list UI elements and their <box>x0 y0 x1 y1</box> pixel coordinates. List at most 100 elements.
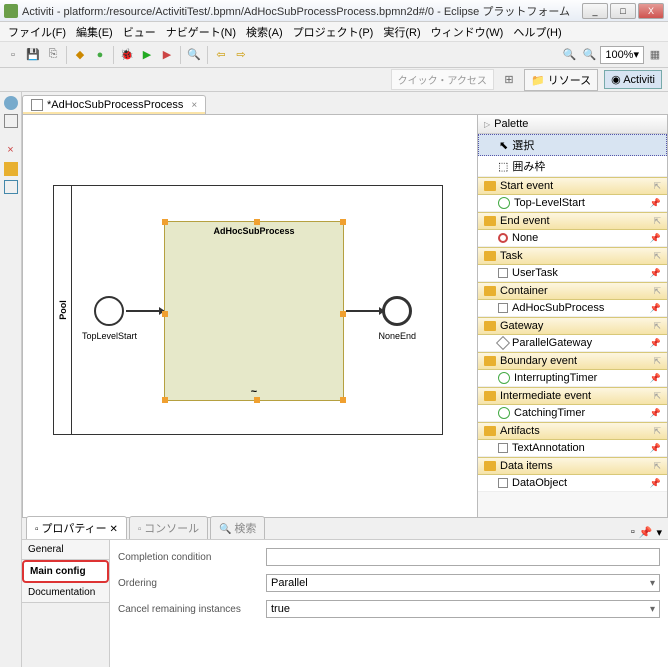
perspective-activiti[interactable]: ◉ Activiti <box>604 70 662 89</box>
open-perspective-icon[interactable]: ⊞ <box>500 71 518 89</box>
prop-tab-documentation[interactable]: Documentation <box>22 583 109 603</box>
menu-run[interactable]: 実行(R) <box>379 22 424 42</box>
menu-view[interactable]: ビュー <box>119 22 160 42</box>
nav-back-icon[interactable]: ⇦ <box>212 46 230 64</box>
ordering-combo[interactable]: Parallel <box>266 574 660 592</box>
perspective-resource[interactable]: 📁 リソース <box>524 69 598 91</box>
pool[interactable]: Pool TopLevelStart AdHocSubProcess ~ <box>53 185 443 435</box>
prop-tab-main-config[interactable]: Main config <box>22 560 109 583</box>
outline-icon[interactable] <box>4 96 18 110</box>
palette-item[interactable]: None📌 <box>478 230 667 247</box>
close-button[interactable]: X <box>638 3 664 19</box>
view-menu-icon[interactable]: ▫ <box>631 526 635 539</box>
editor-tab-label: *AdHocSubProcessProcess <box>47 99 183 111</box>
minimize-button[interactable]: _ <box>582 3 608 19</box>
minimize-view-icon[interactable]: ▾ <box>656 526 662 539</box>
menu-help[interactable]: ヘルプ(H) <box>509 22 565 42</box>
palette-cat-container[interactable]: Container⇱ <box>478 282 667 300</box>
palette-cat-end-event[interactable]: End event⇱ <box>478 212 667 230</box>
quick-access[interactable]: クイック・アクセス <box>391 69 494 90</box>
bpmn-file-icon <box>31 99 43 111</box>
view-icon[interactable]: × <box>4 144 18 158</box>
debug-icon[interactable]: 🐞 <box>118 46 136 64</box>
view-icon[interactable] <box>4 162 18 176</box>
prop-tab-general[interactable]: General <box>22 540 109 560</box>
pool-label: Pool <box>54 186 72 434</box>
run-icon[interactable]: ▶ <box>138 46 156 64</box>
property-tabs: General Main config Documentation <box>22 540 110 667</box>
resize-handle[interactable] <box>254 397 260 403</box>
completion-input[interactable] <box>266 548 660 566</box>
subprocess-label: AdHocSubProcess <box>165 226 343 236</box>
sequence-flow[interactable] <box>346 310 384 312</box>
resize-handle[interactable] <box>162 219 168 225</box>
start-event[interactable] <box>94 296 124 326</box>
close-tab-icon[interactable]: × <box>191 100 197 111</box>
palette-marquee-tool[interactable]: ⬚ 囲み枠 <box>478 156 667 177</box>
resize-handle[interactable] <box>340 397 346 403</box>
left-trim: × <box>0 92 22 667</box>
menubar: ファイル(F) 編集(E) ビュー ナビゲート(N) 検索(A) プロジェクト(… <box>0 22 668 42</box>
tool-icon[interactable]: ● <box>91 46 109 64</box>
editor-tab[interactable]: *AdHocSubProcessProcess × <box>22 95 206 114</box>
tab-properties[interactable]: ▫ プロパティー ✕ <box>26 516 127 539</box>
pin-icon[interactable]: 📌 <box>639 526 653 539</box>
save-icon[interactable]: 💾 <box>24 46 42 64</box>
palette-select-tool[interactable]: ⬉ 選択 <box>478 134 667 156</box>
menu-file[interactable]: ファイル(F) <box>4 22 70 42</box>
grid-icon[interactable]: ▦ <box>646 46 664 64</box>
palette-item[interactable]: CatchingTimer📌 <box>478 405 667 422</box>
search-icon[interactable]: 🔍 <box>185 46 203 64</box>
palette-cat-intermediate[interactable]: Intermediate event⇱ <box>478 387 667 405</box>
end-event[interactable] <box>382 296 412 326</box>
palette-cat-data[interactable]: Data items⇱ <box>478 457 667 475</box>
titlebar: Activiti - platform:/resource/ActivitiTe… <box>0 0 668 22</box>
menu-search[interactable]: 検索(A) <box>242 22 287 42</box>
palette-item[interactable]: TextAnnotation📌 <box>478 440 667 457</box>
zoom-combo[interactable]: 100% ▾ <box>600 46 644 64</box>
palette-item[interactable]: UserTask📌 <box>478 265 667 282</box>
zoom-in-icon[interactable]: 🔍 <box>580 46 598 64</box>
bottom-panel: ▫ プロパティー ✕ ▫ コンソール 🔍 検索 ▫ 📌 ▾ General Ma… <box>22 517 668 667</box>
editor-tabs: *AdHocSubProcessProcess × <box>22 92 668 114</box>
palette-item[interactable]: DataObject📌 <box>478 475 667 492</box>
palette-cat-gateway[interactable]: Gateway⇱ <box>478 317 667 335</box>
palette-cat-artifacts[interactable]: Artifacts⇱ <box>478 422 667 440</box>
completion-label: Completion condition <box>118 552 258 563</box>
menu-window[interactable]: ウィンドウ(W) <box>427 22 508 42</box>
view-icon[interactable] <box>4 180 18 194</box>
palette-cat-task[interactable]: Task⇱ <box>478 247 667 265</box>
ext-tools-icon[interactable]: ▶ <box>158 46 176 64</box>
nav-fwd-icon[interactable]: ⇨ <box>232 46 250 64</box>
zoom-out-icon[interactable]: 🔍 <box>560 46 578 64</box>
new-icon[interactable]: ▫ <box>4 46 22 64</box>
palette-cat-start-event[interactable]: Start event⇱ <box>478 177 667 195</box>
save-all-icon[interactable]: ⎘ <box>44 46 62 64</box>
palette-item[interactable]: InterruptingTimer📌 <box>478 370 667 387</box>
palette-item[interactable]: AdHocSubProcess📌 <box>478 300 667 317</box>
resize-handle[interactable] <box>162 311 168 317</box>
window-title: Activiti - platform:/resource/ActivitiTe… <box>22 3 582 19</box>
menu-edit[interactable]: 編集(E) <box>72 22 117 42</box>
palette-item[interactable]: Top-LevelStart📌 <box>478 195 667 212</box>
palette-cat-boundary[interactable]: Boundary event⇱ <box>478 352 667 370</box>
palette-item[interactable]: ParallelGateway📌 <box>478 335 667 352</box>
menu-project[interactable]: プロジェクト(P) <box>289 22 378 42</box>
resize-handle[interactable] <box>340 219 346 225</box>
main-toolbar: ▫ 💾 ⎘ ◆ ● 🐞 ▶ ▶ 🔍 ⇦ ⇨ 🔍 🔍 100% ▾ ▦ <box>0 42 668 68</box>
resize-handle[interactable] <box>162 397 168 403</box>
cancel-label: Cancel remaining instances <box>118 604 258 615</box>
tool-icon[interactable]: ◆ <box>71 46 89 64</box>
tab-search[interactable]: 🔍 検索 <box>210 516 265 539</box>
menu-navigate[interactable]: ナビゲート(N) <box>162 22 240 42</box>
sequence-flow[interactable] <box>126 310 164 312</box>
cancel-combo[interactable]: true <box>266 600 660 618</box>
resize-handle[interactable] <box>254 219 260 225</box>
start-event-label: TopLevelStart <box>82 331 137 341</box>
adhoc-subprocess[interactable]: AdHocSubProcess ~ <box>164 221 344 401</box>
palette-header[interactable]: Palette <box>478 115 667 134</box>
maximize-button[interactable]: □ <box>610 3 636 19</box>
tab-console[interactable]: ▫ コンソール <box>129 516 208 539</box>
view-icon[interactable] <box>4 114 18 128</box>
ordering-label: Ordering <box>118 578 258 589</box>
